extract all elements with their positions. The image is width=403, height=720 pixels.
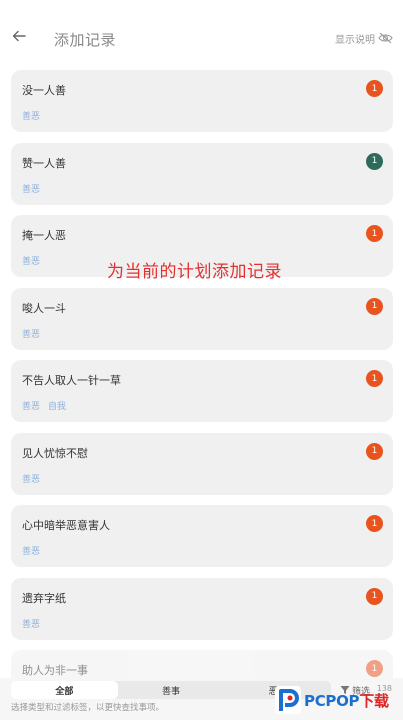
record-tags: 善恶 (22, 109, 40, 122)
record-tag: 善恶 (22, 329, 41, 340)
tab-all[interactable]: 全部 (11, 681, 118, 699)
count-badge: 1 (366, 80, 383, 97)
count-badge: 1 (366, 587, 383, 605)
tab-good-deeds[interactable]: 善事 (118, 681, 225, 699)
record-card[interactable]: 心中暗举恶意害人 善恶 1 (11, 505, 393, 567)
record-title: 不告人取人一针一草 (22, 374, 121, 387)
record-title: 助人为非一事 (22, 664, 88, 677)
record-card[interactable]: 见人忧惊不慰 善恶 1 (11, 432, 393, 495)
record-tags: 善恶 (22, 544, 40, 557)
filter-hint: 选择类型和过滤标签，以更快查找事项。 (11, 703, 165, 713)
count-badge: 1 (366, 225, 383, 242)
page-title: 添加记录 (54, 31, 117, 49)
watermark-text: PCPOP下载 (304, 690, 389, 711)
record-card[interactable]: 唆人一斗善恶 1 (11, 287, 393, 350)
record-title: 赞一人善 (22, 156, 66, 170)
count-badge: 1 (366, 152, 383, 170)
record-tags: 善恶 (22, 254, 40, 267)
pcpop-logo-icon (275, 686, 301, 714)
record-card[interactable]: 没一人善善恶 1 (11, 70, 393, 132)
record-title: 唆人一斗 (22, 301, 66, 315)
record-title: 遗弃字纸 (22, 591, 66, 605)
record-title: 没一人善 (22, 84, 66, 97)
show-description-label: 显示说明 (335, 34, 375, 46)
count-badge: 1 (366, 660, 383, 677)
record-tag: 自我 (48, 402, 67, 412)
eye-off-icon (378, 32, 393, 44)
record-card[interactable]: 不告人取人一针一草 善恶 自我 1 (11, 360, 393, 422)
show-description-toggle[interactable]: 显示说明 (335, 30, 393, 46)
back-button[interactable] (9, 26, 29, 46)
record-title: 掩一人恶 (22, 229, 66, 242)
page: 添加记录 显示说明 没一人善 善恶 1 赞一人善 善恶 1 掩一人恶 善恶 1 唆人一斗 善恶 1 不告… (0, 0, 403, 720)
record-title: 见人忧惊不慰 (22, 446, 88, 460)
record-tag: 善恶 (22, 619, 41, 630)
count-badge: 1 (366, 515, 383, 532)
record-tag: 善恶 (22, 402, 41, 412)
record-tags: 善恶 (22, 327, 40, 340)
annotation-text: 为当前的计划添加记录 (107, 262, 282, 282)
watermark-suffix: 下载 (359, 691, 389, 710)
record-card[interactable]: 赞一人善善恶 1 (11, 142, 393, 205)
record-tag: 善恶 (22, 257, 41, 267)
watermark: PCPOP下载 (275, 682, 400, 718)
arrow-left-icon (12, 30, 26, 42)
record-tags: 善恶 (22, 617, 40, 630)
count-badge: 1 (366, 370, 383, 387)
record-tag: 善恶 (22, 474, 41, 485)
count-badge: 1 (366, 297, 383, 315)
watermark-brand: PCPOP (304, 691, 360, 710)
header: 添加记录 显示说明 (0, 0, 403, 62)
record-title: 心中暗举恶意害人 (22, 519, 110, 532)
count-badge: 1 (366, 442, 383, 460)
record-tag: 善恶 (22, 112, 41, 122)
record-tag: 善恶 (22, 184, 41, 195)
record-card[interactable]: 遗弃字纸善恶 1 (11, 577, 393, 640)
record-tags: 善恶 (22, 472, 40, 485)
record-tag: 善恶 (22, 547, 41, 557)
record-tags: 善恶 (22, 182, 40, 195)
record-tags: 善恶 自我 (22, 399, 66, 412)
